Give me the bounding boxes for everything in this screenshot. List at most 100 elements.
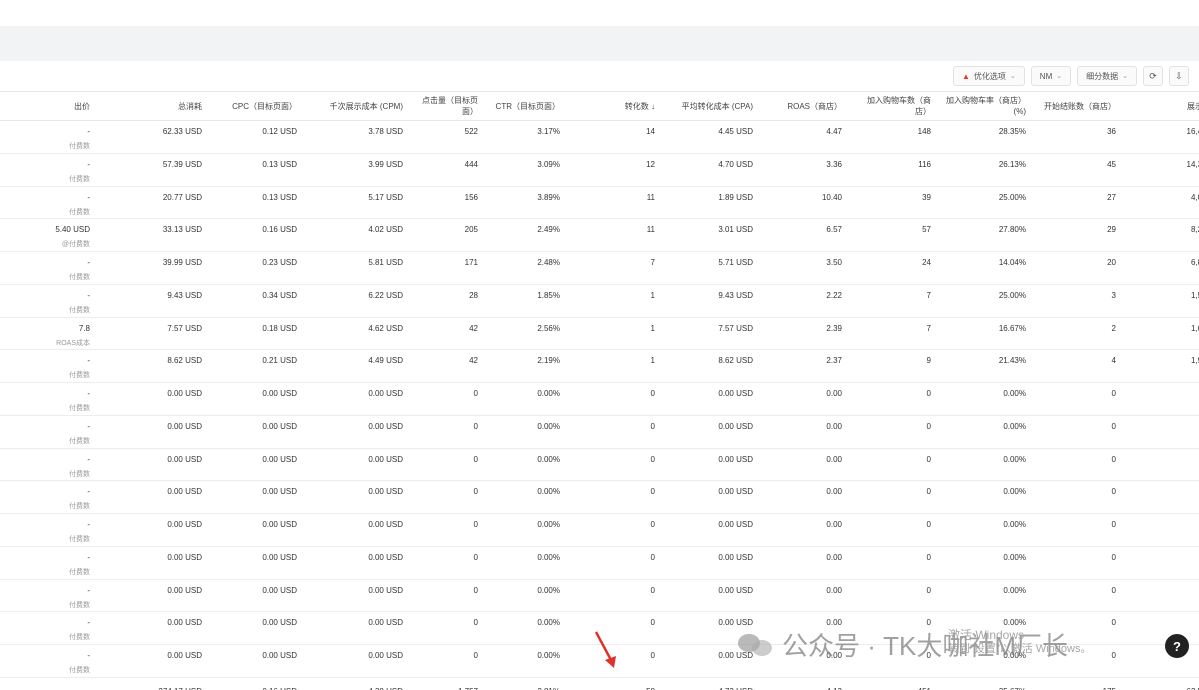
table-cell: 2.48% — [488, 251, 570, 285]
bid-cell: - 付费数 — [0, 153, 100, 187]
table-row[interactable]: - 付费数 0.00 USD 0.00 USD 0.00 USD 0 0.00% 0 0.00 … — [0, 382, 1199, 416]
table-row[interactable]: - 付费数 0.00 USD 0.00 USD 0.00 USD 0 0.00% 0 0.00 … — [0, 546, 1199, 580]
bid-cell: 5.40 USD @付费数 — [0, 218, 100, 252]
bid-cell: - 付费数 — [0, 382, 100, 416]
table-cell: 11 — [570, 218, 665, 252]
table-cell: 0 — [413, 579, 488, 613]
column-header[interactable]: 平均转化成本 (CPA) — [665, 91, 763, 121]
bid-value: - — [87, 585, 90, 595]
table-cell: 0.00% — [941, 415, 1036, 449]
nm-select[interactable]: NM ⌄ — [1030, 66, 1072, 86]
table-cell: 4.47 — [763, 120, 852, 154]
optimize-options-button[interactable]: ▲ 优化选项 ⌄ — [953, 66, 1025, 86]
table-row[interactable]: - 付费数 0.00 USD 0.00 USD 0.00 USD 0 0.00% 0 0.00 … — [0, 579, 1199, 613]
column-header[interactable]: 展示数 — [1126, 91, 1199, 121]
table-cell: 0 — [413, 448, 488, 482]
table-cell: 0.00 USD — [665, 382, 763, 416]
table-cell: 0.00% — [941, 448, 1036, 482]
column-header[interactable]: 转化数 ↓ — [570, 91, 665, 121]
table-cell: 0.13 USD — [212, 153, 307, 187]
table-body: - 付费数 62.33 USD 0.12 USD 3.78 USD 522 3.17% 14 4… — [0, 120, 1199, 690]
table-cell: 0.00 USD — [100, 644, 212, 678]
table-cell: 36 — [1036, 120, 1126, 154]
column-header[interactable]: 加入购物车数（商店） — [852, 91, 941, 121]
table-cell: 0.21 USD — [212, 349, 307, 383]
table-cell: 0 — [852, 480, 941, 514]
column-header[interactable]: 千次展示成本 (CPM) — [307, 91, 413, 121]
total-cell: 58 — [570, 676, 665, 690]
table-cell: 0 — [570, 480, 665, 514]
table-cell: 0.00 USD — [100, 546, 212, 580]
table-cell: 2.39 — [763, 317, 852, 351]
bid-cell: - 付费数 — [0, 415, 100, 449]
table-cell: 14 — [570, 120, 665, 154]
column-header[interactable]: CTR（目标页面） — [488, 91, 570, 121]
bid-type: 付费数 — [69, 634, 90, 642]
column-header[interactable]: ROAS（商店） — [763, 91, 852, 121]
table-cell: 0 — [852, 448, 941, 482]
table-row[interactable]: - 付费数 8.62 USD 0.21 USD 4.49 USD 42 2.19% 1 8.62… — [0, 349, 1199, 383]
bid-type: 付费数 — [69, 470, 90, 478]
table-cell: 3.50 — [763, 251, 852, 285]
table-cell: 2.22 — [763, 284, 852, 318]
table-row[interactable]: - 付费数 0.00 USD 0.00 USD 0.00 USD 0 0.00% 0 0.00 … — [0, 448, 1199, 482]
table-cell: 0.23 USD — [212, 251, 307, 285]
table-cell: 3.17% — [488, 120, 570, 154]
table-cell: 0.00% — [941, 382, 1036, 416]
bid-type: 付费数 — [69, 667, 90, 674]
table-cell: 3.78 USD — [307, 120, 413, 154]
bid-type: 付费数 — [69, 175, 90, 183]
table-cell: 14.04% — [941, 251, 1036, 285]
column-header[interactable]: 点击量（目标页面） — [413, 91, 488, 121]
arrow-shaft — [594, 631, 613, 661]
total-cell: 175 — [1036, 676, 1126, 690]
refresh-button[interactable]: ⟳ — [1143, 66, 1163, 86]
table-cell: 0.00 USD — [212, 644, 307, 678]
export-button[interactable]: ⇩ — [1169, 66, 1189, 86]
column-header[interactable]: CPC（目标页面） — [212, 91, 307, 121]
table-row[interactable]: 7.8 ROAS成本 7.57 USD 0.18 USD 4.62 USD 42 2.56%… — [0, 317, 1199, 351]
table-row[interactable]: - 付费数 39.99 USD 0.23 USD 5.81 USD 171 2.48% 7 5.… — [0, 251, 1199, 285]
table-cell: 7.57 USD — [665, 317, 763, 351]
table-cell: 0 — [570, 513, 665, 547]
table-cell: 0 — [1126, 579, 1199, 613]
table-cell: 0.00 USD — [212, 611, 307, 645]
chevron-down-icon: ⌄ — [1056, 73, 1063, 80]
refresh-icon: ⟳ — [1149, 70, 1157, 81]
table-row[interactable]: - 付费数 0.00 USD 0.00 USD 0.00 USD 0 0.00% 0 0.00 … — [0, 480, 1199, 514]
table-cell: 522 — [413, 120, 488, 154]
table-cell: 0.16 USD — [212, 218, 307, 252]
table-row[interactable]: - 付费数 0.00 USD 0.00 USD 0.00 USD 0 0.00% 0 0.00 … — [0, 513, 1199, 547]
table-cell: 6.22 USD — [307, 284, 413, 318]
table-cell: 0.00 — [763, 382, 852, 416]
table-row[interactable]: - 付费数 0.00 USD 0.00 USD 0.00 USD 0 0.00% 0 0.00 … — [0, 415, 1199, 449]
column-header[interactable]: 加入购物车率（商店）(%) — [941, 91, 1036, 121]
table-cell: 0.00% — [488, 579, 570, 613]
table-cell: 0 — [852, 513, 941, 547]
table-row[interactable]: - 付费数 20.77 USD 0.13 USD 5.17 USD 156 3.89% 11 1… — [0, 186, 1199, 220]
table-row[interactable]: - 付费数 57.39 USD 0.13 USD 3.99 USD 444 3.09% 12 4… — [0, 153, 1199, 187]
table-cell: 0 — [852, 579, 941, 613]
table-cell: 0 — [1036, 480, 1126, 514]
table-cell: 0 — [570, 579, 665, 613]
column-header[interactable]: 开始结账数（商店） — [1036, 91, 1126, 121]
table-cell: 0.00 USD — [100, 611, 212, 645]
table-cell: 9.43 USD — [100, 284, 212, 318]
table-cell: 0.00 — [763, 546, 852, 580]
table-row[interactable]: - 付费数 9.43 USD 0.34 USD 6.22 USD 28 1.85% 1 9.43… — [0, 284, 1199, 318]
table-cell: 0.00 USD — [212, 513, 307, 547]
table-row[interactable]: 5.40 USD @付费数 33.13 USD 0.16 USD 4.02 USD 205… — [0, 218, 1199, 252]
breakdown-button[interactable]: 细分数据 ⌄ — [1077, 66, 1137, 86]
table-cell: 0.00% — [488, 448, 570, 482]
column-header[interactable]: 出价 — [0, 91, 100, 121]
table-row[interactable]: - 付费数 62.33 USD 0.12 USD 3.78 USD 522 3.17% 14 4… — [0, 120, 1199, 154]
total-cell: 4.38 USD — [307, 676, 413, 690]
table-cell: 0 — [413, 513, 488, 547]
warning-icon: ▲ — [962, 71, 970, 81]
table-cell: 57.39 USD — [100, 153, 212, 187]
help-button[interactable]: ? — [1165, 634, 1189, 658]
bid-type: 付费数 — [69, 143, 90, 150]
bid-value: - — [87, 159, 90, 169]
table-cell: 0.00 — [763, 513, 852, 547]
column-header[interactable]: 总消耗 — [100, 91, 212, 121]
